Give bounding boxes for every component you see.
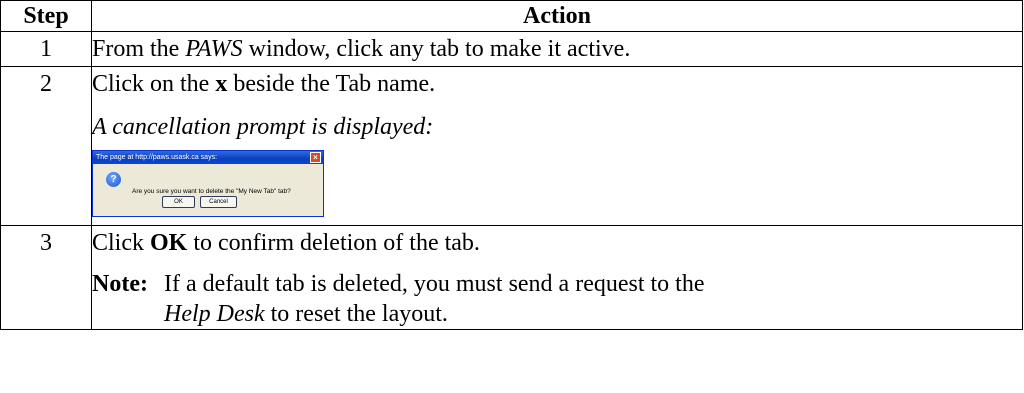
steps-table: Step Action 1 From the PAWS window, clic… [0, 0, 1023, 330]
note: Note: If a default tab is deleted, you m… [92, 269, 1022, 329]
dialog-title-bar: The page at http://paws.usask.ca says: × [93, 151, 323, 164]
close-icon: × [310, 152, 321, 163]
table-row: 1 From the PAWS window, click any tab to… [0, 31, 1023, 67]
ok-label: OK [150, 230, 188, 256]
action-text: to confirm deletion of the tab. [187, 230, 480, 256]
step-column-header: Step [0, 0, 92, 32]
dialog-title: The page at http://paws.usask.ca says: [96, 154, 218, 161]
note-text: If a default tab is deleted, you must se… [154, 269, 705, 329]
dialog-cancel-button: Cancel [200, 196, 237, 208]
prompt-caption: A cancellation prompt is displayed: [92, 114, 434, 140]
note-text-part: to reset the layout. [264, 301, 448, 327]
step-action: From the PAWS window, click any tab to m… [91, 31, 1023, 67]
step-number: 2 [0, 66, 92, 226]
step-action: Click on the x beside the Tab name. A ca… [91, 66, 1023, 226]
action-text: beside the Tab name. [227, 71, 436, 97]
cancellation-dialog-screenshot: The page at http://paws.usask.ca says: ×… [92, 150, 324, 217]
question-icon: ? [106, 172, 121, 187]
action-text: Click on the [92, 71, 216, 97]
table-row: 3 Click OK to confirm deletion of the ta… [0, 225, 1023, 330]
note-line: Help Desk to reset the layout. [164, 299, 705, 329]
step-number: 1 [0, 31, 92, 67]
help-desk-name: Help Desk [164, 301, 265, 327]
table-row: 2 Click on the x beside the Tab name. A … [0, 66, 1023, 226]
action-text: window, click any tab to make it active. [242, 36, 631, 62]
app-name: PAWS [185, 36, 243, 62]
action-text: Click [92, 230, 150, 256]
action-column-header: Action [91, 0, 1023, 32]
close-x-label: x [215, 71, 228, 97]
action-text: From the [92, 36, 186, 62]
note-label: Note: [92, 271, 148, 297]
step-action: Click OK to confirm deletion of the tab.… [91, 225, 1023, 330]
step-number: 3 [0, 225, 92, 330]
dialog-ok-button: OK [162, 196, 195, 208]
note-line: If a default tab is deleted, you must se… [164, 271, 705, 297]
header-row: Step Action [0, 0, 1023, 32]
